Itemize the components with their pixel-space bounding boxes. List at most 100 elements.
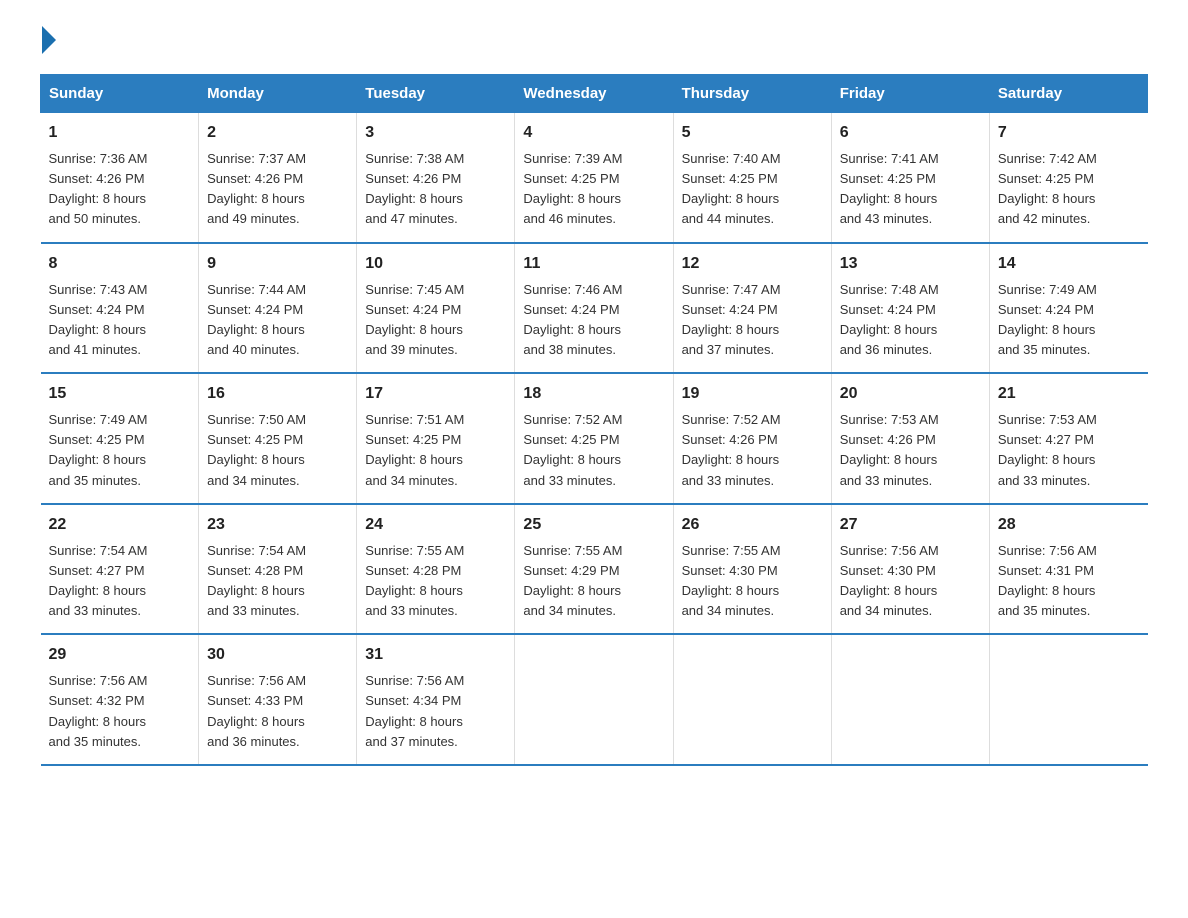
day-info: Sunrise: 7:40 AMSunset: 4:25 PMDaylight:…: [682, 149, 823, 230]
calendar-cell: 12 Sunrise: 7:47 AMSunset: 4:24 PMDayligh…: [673, 243, 831, 374]
header-monday: Monday: [199, 75, 357, 113]
calendar-cell: 28Sunrise: 7:56 AMSunset: 4:31 PMDayligh…: [989, 504, 1147, 635]
calendar-cell: 11 Sunrise: 7:46 AMSunset: 4:24 PMDayligh…: [515, 243, 673, 374]
calendar-cell: 7 Sunrise: 7:42 AMSunset: 4:25 PMDaylight…: [989, 113, 1147, 243]
day-number: 31: [365, 643, 506, 667]
day-number: 28: [998, 513, 1140, 537]
calendar-cell: 23 Sunrise: 7:54 AMSunset: 4:28 PMDayligh…: [199, 504, 357, 635]
day-number: 6: [840, 121, 981, 145]
page-header: [40, 30, 1148, 54]
day-number: 26: [682, 513, 823, 537]
day-info: Sunrise: 7:38 AMSunset: 4:26 PMDaylight:…: [365, 149, 506, 230]
header-friday: Friday: [831, 75, 989, 113]
calendar-cell: 6 Sunrise: 7:41 AMSunset: 4:25 PMDaylight…: [831, 113, 989, 243]
day-number: 7: [998, 121, 1140, 145]
day-info: Sunrise: 7:53 AMSunset: 4:26 PMDaylight:…: [840, 410, 981, 491]
day-number: 21: [998, 382, 1140, 406]
day-info: Sunrise: 7:55 AMSunset: 4:28 PMDaylight:…: [365, 541, 506, 622]
day-info: Sunrise: 7:56 AMSunset: 4:33 PMDaylight:…: [207, 671, 348, 752]
calendar-cell: 21 Sunrise: 7:53 AMSunset: 4:27 PMDayligh…: [989, 373, 1147, 504]
day-info: Sunrise: 7:48 AMSunset: 4:24 PMDaylight:…: [840, 280, 981, 361]
day-number: 1: [49, 121, 191, 145]
calendar-cell: 15 Sunrise: 7:49 AMSunset: 4:25 PMDayligh…: [41, 373, 199, 504]
header-wednesday: Wednesday: [515, 75, 673, 113]
day-info: Sunrise: 7:49 AMSunset: 4:24 PMDaylight:…: [998, 280, 1140, 361]
calendar-cell: 18 Sunrise: 7:52 AMSunset: 4:25 PMDayligh…: [515, 373, 673, 504]
week-row-4: 22 Sunrise: 7:54 AMSunset: 4:27 PMDayligh…: [41, 504, 1148, 635]
day-info: Sunrise: 7:50 AMSunset: 4:25 PMDaylight:…: [207, 410, 348, 491]
day-info: Sunrise: 7:52 AMSunset: 4:26 PMDaylight:…: [682, 410, 823, 491]
calendar-cell: 22 Sunrise: 7:54 AMSunset: 4:27 PMDayligh…: [41, 504, 199, 635]
calendar-cell: 20 Sunrise: 7:53 AMSunset: 4:26 PMDayligh…: [831, 373, 989, 504]
day-number: 14: [998, 252, 1140, 276]
day-info: Sunrise: 7:55 AMSunset: 4:29 PMDaylight:…: [523, 541, 664, 622]
day-number: 5: [682, 121, 823, 145]
calendar-cell: 31 Sunrise: 7:56 AMSunset: 4:34 PMDayligh…: [357, 634, 515, 765]
day-info: Sunrise: 7:39 AMSunset: 4:25 PMDaylight:…: [523, 149, 664, 230]
day-info: Sunrise: 7:49 AMSunset: 4:25 PMDaylight:…: [49, 410, 191, 491]
day-number: 9: [207, 252, 348, 276]
day-info: Sunrise: 7:56 AMSunset: 4:34 PMDaylight:…: [365, 671, 506, 752]
week-row-1: 1Sunrise: 7:36 AMSunset: 4:26 PMDaylight…: [41, 113, 1148, 243]
calendar-cell: 3 Sunrise: 7:38 AMSunset: 4:26 PMDaylight…: [357, 113, 515, 243]
day-number: 13: [840, 252, 981, 276]
header-sunday: Sunday: [41, 75, 199, 113]
calendar-cell: 2Sunrise: 7:37 AMSunset: 4:26 PMDaylight…: [199, 113, 357, 243]
day-number: 25: [523, 513, 664, 537]
header-thursday: Thursday: [673, 75, 831, 113]
calendar-cell: 14 Sunrise: 7:49 AMSunset: 4:24 PMDayligh…: [989, 243, 1147, 374]
calendar-cell: 24 Sunrise: 7:55 AMSunset: 4:28 PMDayligh…: [357, 504, 515, 635]
day-number: 12: [682, 252, 823, 276]
calendar-cell: 5 Sunrise: 7:40 AMSunset: 4:25 PMDaylight…: [673, 113, 831, 243]
day-info: Sunrise: 7:53 AMSunset: 4:27 PMDaylight:…: [998, 410, 1140, 491]
calendar-cell: [515, 634, 673, 765]
calendar-cell: 10 Sunrise: 7:45 AMSunset: 4:24 PMDayligh…: [357, 243, 515, 374]
day-info: Sunrise: 7:37 AMSunset: 4:26 PMDaylight:…: [207, 149, 348, 230]
day-number: 22: [49, 513, 191, 537]
calendar-cell: 30 Sunrise: 7:56 AMSunset: 4:33 PMDayligh…: [199, 634, 357, 765]
day-number: 29: [49, 643, 191, 667]
day-number: 11: [523, 252, 664, 276]
week-row-2: 8Sunrise: 7:43 AMSunset: 4:24 PMDaylight…: [41, 243, 1148, 374]
week-row-3: 15 Sunrise: 7:49 AMSunset: 4:25 PMDayligh…: [41, 373, 1148, 504]
calendar-cell: 26Sunrise: 7:55 AMSunset: 4:30 PMDayligh…: [673, 504, 831, 635]
day-number: 10: [365, 252, 506, 276]
day-info: Sunrise: 7:54 AMSunset: 4:27 PMDaylight:…: [49, 541, 191, 622]
day-info: Sunrise: 7:56 AMSunset: 4:30 PMDaylight:…: [840, 541, 981, 622]
calendar-cell: 17 Sunrise: 7:51 AMSunset: 4:25 PMDayligh…: [357, 373, 515, 504]
calendar-cell: 8Sunrise: 7:43 AMSunset: 4:24 PMDaylight…: [41, 243, 199, 374]
day-number: 23: [207, 513, 348, 537]
day-number: 20: [840, 382, 981, 406]
day-info: Sunrise: 7:42 AMSunset: 4:25 PMDaylight:…: [998, 149, 1140, 230]
calendar-cell: 25 Sunrise: 7:55 AMSunset: 4:29 PMDayligh…: [515, 504, 673, 635]
calendar-cell: [673, 634, 831, 765]
logo: [40, 30, 56, 54]
day-number: 15: [49, 382, 191, 406]
logo-arrow-icon: [42, 26, 56, 54]
day-info: Sunrise: 7:47 AMSunset: 4:24 PMDaylight:…: [682, 280, 823, 361]
day-number: 17: [365, 382, 506, 406]
calendar-cell: [989, 634, 1147, 765]
day-number: 30: [207, 643, 348, 667]
day-number: 27: [840, 513, 981, 537]
day-info: Sunrise: 7:46 AMSunset: 4:24 PMDaylight:…: [523, 280, 664, 361]
calendar-cell: 1Sunrise: 7:36 AMSunset: 4:26 PMDaylight…: [41, 113, 199, 243]
calendar-cell: 4 Sunrise: 7:39 AMSunset: 4:25 PMDaylight…: [515, 113, 673, 243]
day-number: 3: [365, 121, 506, 145]
day-info: Sunrise: 7:52 AMSunset: 4:25 PMDaylight:…: [523, 410, 664, 491]
calendar-cell: 29 Sunrise: 7:56 AMSunset: 4:32 PMDayligh…: [41, 634, 199, 765]
day-number: 16: [207, 382, 348, 406]
day-info: Sunrise: 7:45 AMSunset: 4:24 PMDaylight:…: [365, 280, 506, 361]
day-number: 4: [523, 121, 664, 145]
day-number: 18: [523, 382, 664, 406]
day-info: Sunrise: 7:56 AMSunset: 4:32 PMDaylight:…: [49, 671, 191, 752]
day-info: Sunrise: 7:43 AMSunset: 4:24 PMDaylight:…: [49, 280, 191, 361]
day-info: Sunrise: 7:54 AMSunset: 4:28 PMDaylight:…: [207, 541, 348, 622]
day-info: Sunrise: 7:41 AMSunset: 4:25 PMDaylight:…: [840, 149, 981, 230]
calendar-cell: 19Sunrise: 7:52 AMSunset: 4:26 PMDayligh…: [673, 373, 831, 504]
day-info: Sunrise: 7:51 AMSunset: 4:25 PMDaylight:…: [365, 410, 506, 491]
day-number: 24: [365, 513, 506, 537]
calendar-cell: 13 Sunrise: 7:48 AMSunset: 4:24 PMDayligh…: [831, 243, 989, 374]
day-info: Sunrise: 7:44 AMSunset: 4:24 PMDaylight:…: [207, 280, 348, 361]
calendar-table: SundayMondayTuesdayWednesdayThursdayFrid…: [40, 74, 1148, 766]
